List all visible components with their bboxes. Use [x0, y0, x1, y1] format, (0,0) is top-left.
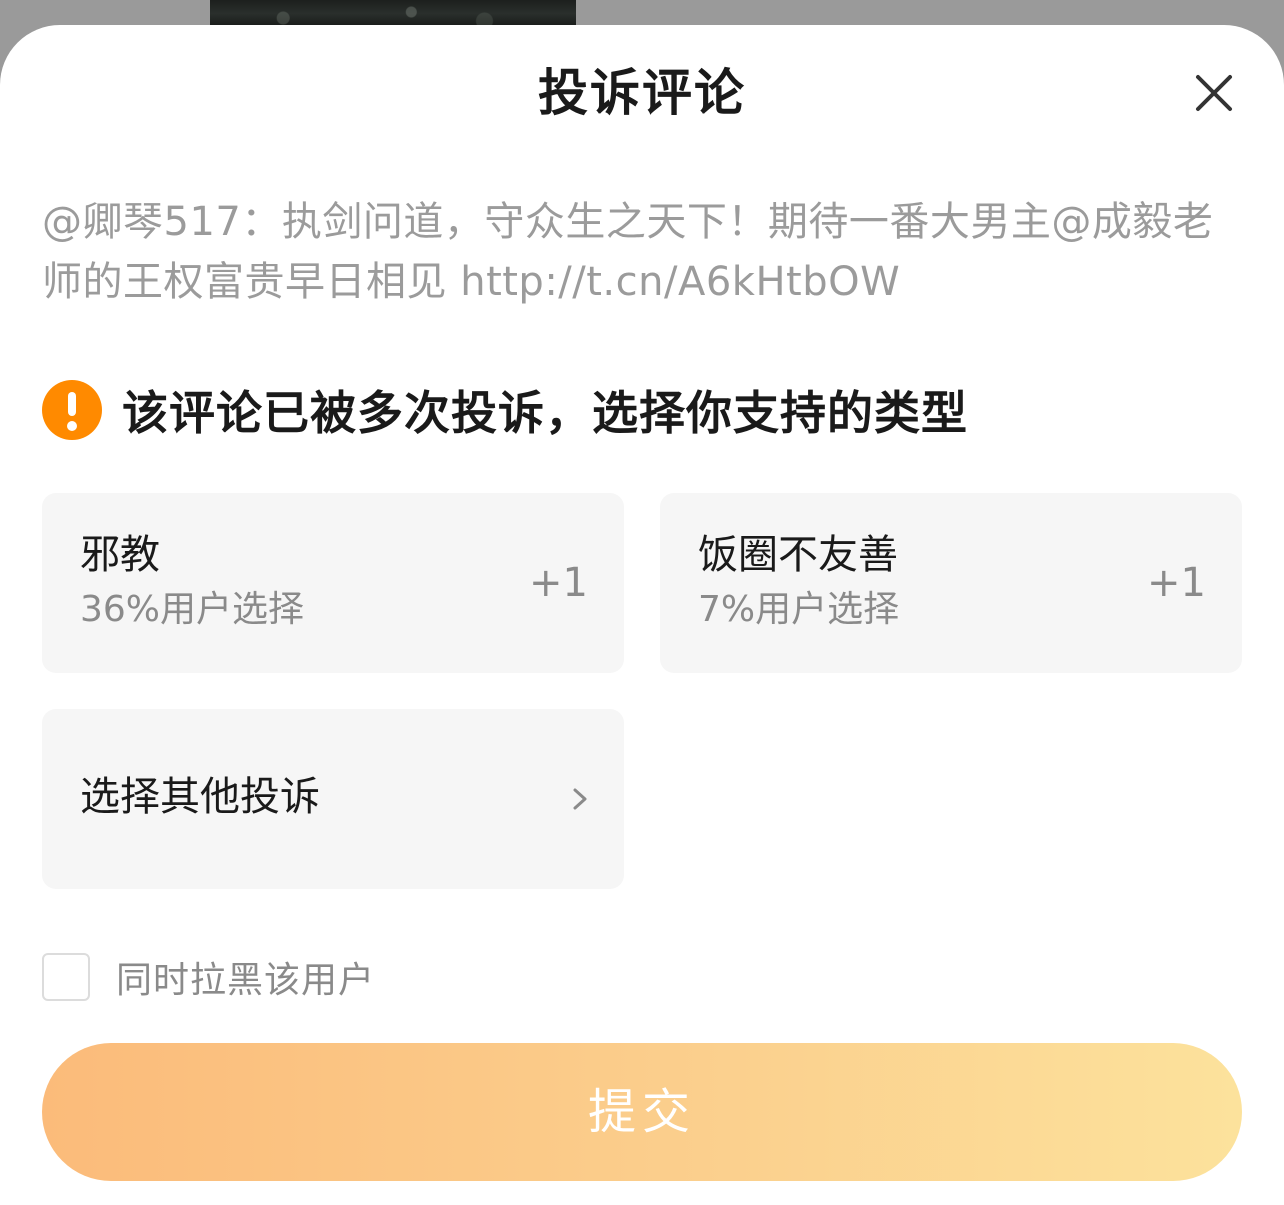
option-label: 邪教: [80, 532, 160, 578]
close-button[interactable]: [1184, 63, 1244, 123]
other-complaint-label: 选择其他投诉: [80, 774, 320, 820]
option-label: 饭圈不友善: [698, 532, 898, 578]
option-vote-label: +1: [529, 560, 588, 606]
option-card-cult[interactable]: 邪教 36%用户选择 +1: [42, 493, 624, 673]
option-vote-label: +1: [1147, 560, 1206, 606]
blacklist-checkbox[interactable]: [42, 953, 90, 1001]
notice-text: 该评论已被多次投诉，选择你支持的类型: [122, 386, 968, 440]
notice: 该评论已被多次投诉，选择你支持的类型: [42, 378, 968, 442]
other-complaint-button[interactable]: 选择其他投诉: [42, 709, 624, 889]
option-card-fandom-unfriendly[interactable]: 饭圈不友善 7%用户选择 +1: [660, 493, 1242, 673]
blacklist-label: 同时拉黑该用户: [116, 960, 376, 1001]
blacklist-option[interactable]: 同时拉黑该用户: [42, 953, 375, 1001]
chevron-right-icon: [573, 788, 587, 810]
warning-icon: [42, 380, 102, 440]
complaint-sheet: 投诉评论 @卿琴517：执剑问道，守众生之天下！期待一番大男主@成毅老师的王权富…: [0, 25, 1284, 1205]
sheet-title: 投诉评论: [538, 64, 746, 122]
close-icon: [1196, 75, 1232, 111]
quoted-comment: @卿琴517：执剑问道，守众生之天下！期待一番大男主@成毅老师的王权富贵早日相见…: [42, 199, 1214, 305]
submit-button[interactable]: 提交: [42, 1043, 1242, 1181]
option-percent: 7%用户选择: [698, 589, 900, 630]
option-percent: 36%用户选择: [80, 589, 305, 630]
